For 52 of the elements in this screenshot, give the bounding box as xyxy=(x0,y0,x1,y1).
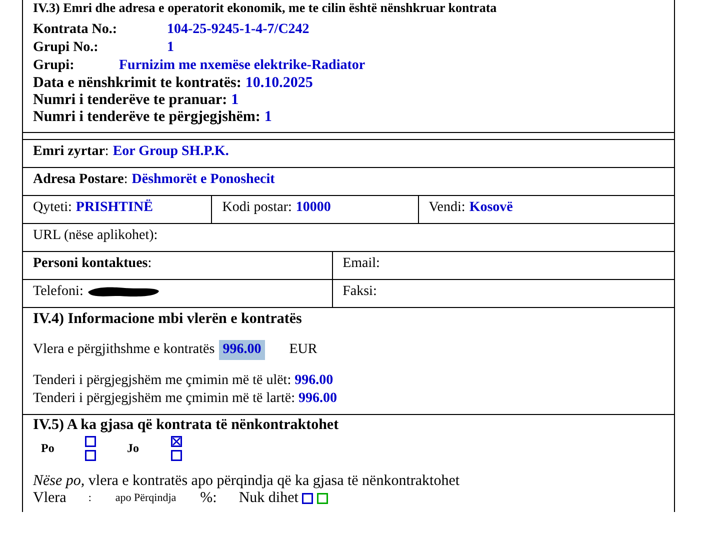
field-label: Numri i tenderëve te pranuar: xyxy=(33,92,228,109)
checkbox[interactable] xyxy=(302,492,314,504)
field-label: Grupi: xyxy=(33,57,76,75)
checkbox[interactable] xyxy=(171,450,182,461)
label-colon: : xyxy=(148,256,152,272)
field-value: 10.10.2025 xyxy=(245,75,313,92)
field-label: Grupi No.: xyxy=(33,39,100,57)
field-label: Email: xyxy=(342,256,380,272)
section-title: IV.4) Informacione mbi vlerën e kontratës xyxy=(33,311,303,328)
field-value: 1 xyxy=(231,92,239,109)
field-label: Kontrata No.: xyxy=(33,21,118,39)
checkbox[interactable] xyxy=(85,436,96,447)
field-value: Kosovë xyxy=(469,200,513,216)
checkbox[interactable] xyxy=(85,450,96,461)
option-label: Jo xyxy=(127,441,140,456)
field-label: Personi kontaktues xyxy=(33,256,148,272)
currency-label: EUR xyxy=(289,342,318,358)
field-value: 1 xyxy=(167,39,174,57)
note-text: Nëse po, vlera e kontratës apo përqindja që ka gjasa të nënkontraktohet xyxy=(33,473,461,490)
field-label: Telefoni: xyxy=(33,284,84,300)
field-label: Faksi: xyxy=(342,284,377,300)
form-label: Nuk dihet xyxy=(238,490,298,506)
section-heading: IV.3) Emri dhe adresa e operatorit ekonomik, me te cilin është nënshkruar kontrata xyxy=(33,0,497,15)
price-line: Tenderi i përgjegjshëm me çmimin më të ulët: 996.00 xyxy=(33,372,334,390)
form-label: %: xyxy=(200,490,217,506)
checkbox[interactable] xyxy=(171,436,182,447)
field-label: Kodi postar: xyxy=(222,200,292,216)
field-label: Qyteti: xyxy=(33,200,72,216)
field-label: URL (nëse aplikohet): xyxy=(33,228,158,244)
total-value: 996.00 xyxy=(218,340,266,360)
field-value: 104-25-9245-1-4-7/C242 xyxy=(167,21,310,39)
field-value: Furnizim me nxemëse elektrike-Radiator xyxy=(119,57,366,75)
field-label: Data e nënshkrimit te kontratës: xyxy=(33,75,242,92)
section-title: IV.5) A ka gjasa që kontrata të nënkontraktohet xyxy=(33,417,340,434)
field-value: 1 xyxy=(264,109,272,126)
label-colon: : xyxy=(124,172,128,188)
option-label: Po xyxy=(41,441,56,456)
field-value: Dëshmorët e Ponoshecit xyxy=(132,172,275,188)
field-value: PRISHTINË xyxy=(76,200,153,216)
form-label: Vlera xyxy=(33,490,66,506)
field-value: Eor Group SH.P.K. xyxy=(112,144,229,160)
checkbox[interactable] xyxy=(317,492,328,504)
field-label: Adresa Postare xyxy=(33,172,124,188)
total-label: Vlera e përgjithshme e kontratës xyxy=(33,342,215,358)
form-label: : xyxy=(88,491,92,506)
field-value: 10000 xyxy=(296,200,331,216)
field-label: Emri zyrtar xyxy=(33,144,105,160)
price-line: Tenderi i përgjegjshëm me çmimin më të lartë: 996.00 xyxy=(33,390,338,408)
field-label: Numri i tenderëve te përgjegjshëm: xyxy=(33,109,260,126)
label-colon: : xyxy=(104,144,109,160)
form-label: apo Përqindja xyxy=(115,491,176,506)
field-label: Vendi: xyxy=(428,200,466,216)
